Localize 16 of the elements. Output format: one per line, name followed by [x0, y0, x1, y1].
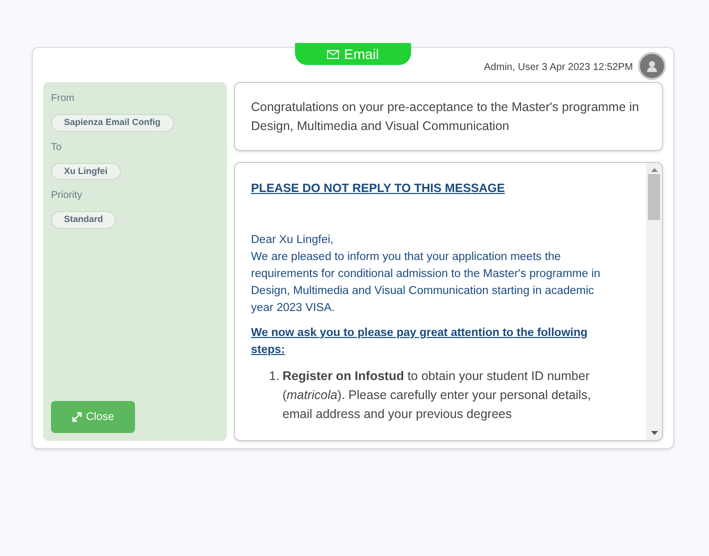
field-value: Xu Lingfei — [51, 162, 120, 180]
expand-icon — [72, 412, 82, 422]
field-label: To — [51, 140, 62, 154]
no-reply-link[interactable]: PLEASE DO NOT REPLY TO THIS MESSAGE — [251, 180, 610, 197]
field-value: Sapienza Email Config — [51, 114, 174, 132]
steps-intro-link[interactable]: We now ask you to please pay great attention to the following steps: — [251, 325, 610, 359]
greeting-text: Dear Xu Lingfei, — [251, 233, 334, 248]
field-label: From — [51, 92, 74, 106]
step-text: Register on Infostud to obtain your student ID number (matricola). Please carefully enter your personal details, email address and your previous degrees — [282, 368, 592, 423]
step-number: 1. — [269, 368, 280, 385]
field-label: Priority — [51, 189, 82, 203]
envelope-icon — [326, 50, 339, 58]
field-value: Standard — [51, 211, 116, 228]
meta-text: Admin, User 3 Apr 2023 12:52PM — [484, 61, 633, 75]
message-paragraph: We are pleased to inform you that your application meets the requirements for conditional admission to the Master's programme in Design, Multimedia and Visual Communication starting in academic year 2023 VISA. — [251, 250, 602, 316]
subject-text: Congratulations on your pre-acceptance to the Master's programme in Design, Multimedia and Visual Communication — [251, 98, 640, 135]
